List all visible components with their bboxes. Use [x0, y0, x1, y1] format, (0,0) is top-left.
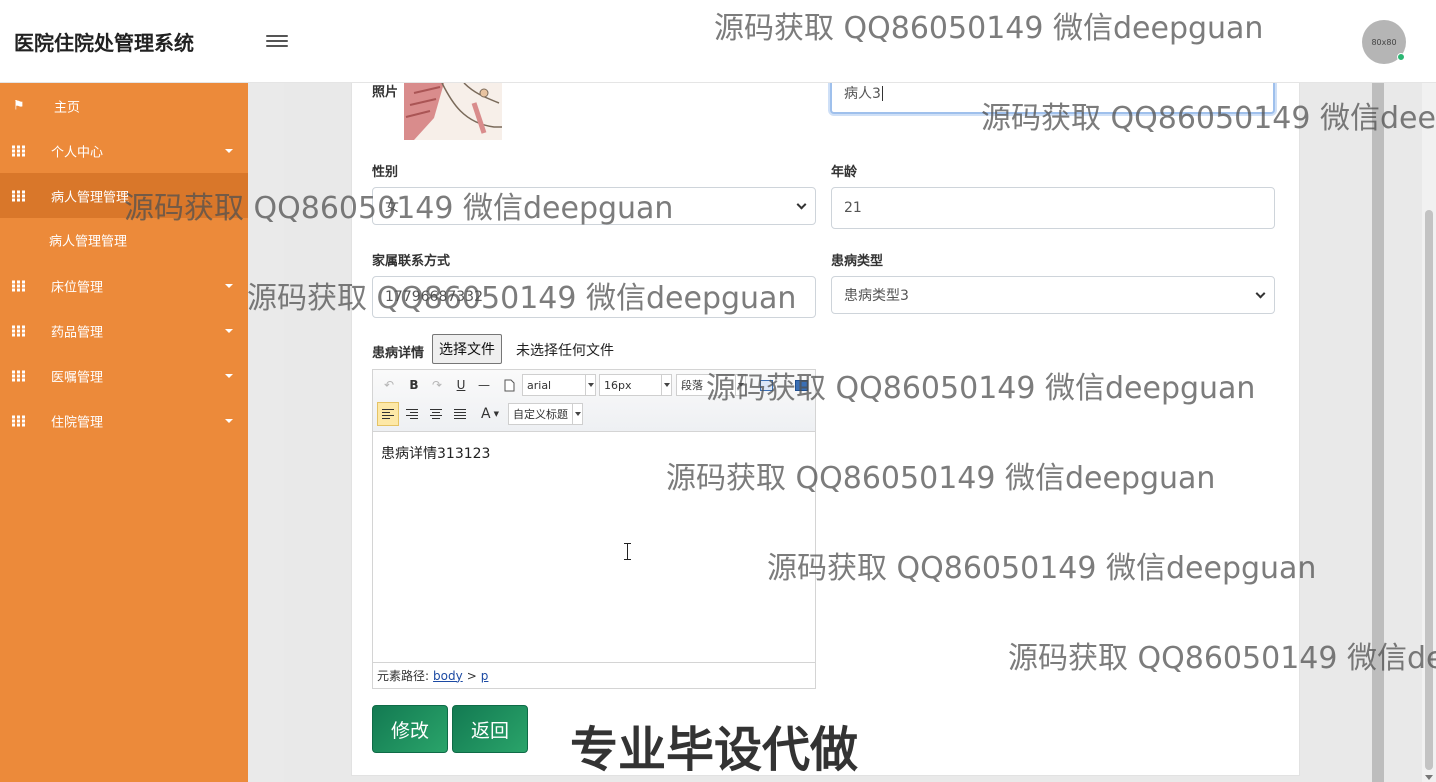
menu-toggle-icon[interactable]	[266, 32, 288, 50]
promo-banner: 专业毕设代做	[570, 722, 859, 778]
caret-down-icon	[225, 148, 233, 153]
gender-label: 性别	[372, 165, 399, 180]
age-value: 21	[844, 200, 862, 216]
app-title: 医院住院处管理系统	[14, 31, 194, 55]
font-color-icon[interactable]: A ▼	[475, 403, 505, 425]
family-contact-input[interactable]: 17796687332	[372, 276, 816, 318]
editor-content[interactable]: 患病详情313123	[381, 443, 490, 463]
caret-down-icon	[225, 283, 233, 288]
grid-icon	[12, 190, 25, 201]
age-input[interactable]: 21	[831, 187, 1275, 229]
online-status-dot	[1397, 53, 1405, 61]
grid-icon	[12, 280, 25, 291]
disease-type-label: 患病类型	[831, 254, 884, 269]
element-path-body-link[interactable]: body	[433, 669, 463, 683]
sidebar-item-home[interactable]: ⚑ 主页	[0, 83, 248, 128]
sidebar-item-label: 个人中心	[51, 145, 104, 160]
redo-icon[interactable]: ↷	[427, 374, 447, 396]
sidebar-item-personal-center[interactable]: 个人中心	[0, 128, 248, 173]
align-center-icon[interactable]	[426, 403, 446, 425]
table-icon[interactable]	[756, 374, 776, 396]
insert-image-icon[interactable]	[791, 374, 811, 396]
disease-type-value: 患病类型3	[844, 288, 909, 304]
grid-icon	[12, 325, 25, 336]
custom-heading-select[interactable]: 自定义标题	[508, 403, 583, 425]
sidebar-item-orders-management[interactable]: 医嘱管理	[0, 353, 248, 398]
page-scroll-thumb[interactable]	[1425, 210, 1433, 770]
page-scrollbar[interactable]	[1422, 83, 1436, 782]
sidebar-subitem-label: 病人管理管理	[49, 234, 128, 249]
sidebar-item-label: 病人管理管理	[51, 190, 130, 205]
sidebar-item-label: 床位管理	[51, 280, 104, 295]
document-icon[interactable]	[499, 374, 519, 396]
custom-heading-value: 自定义标题	[513, 408, 568, 421]
photo-label: 照片	[372, 85, 399, 100]
element-path-p-link[interactable]: p	[481, 669, 489, 683]
paragraph-format-value: 段落	[681, 379, 703, 392]
element-path-label: 元素路径:	[377, 669, 430, 683]
align-justify-icon[interactable]	[450, 403, 470, 425]
chevron-down-icon	[1255, 288, 1266, 299]
sidebar-item-patient-management[interactable]: 病人管理管理	[0, 173, 248, 218]
patient-photo[interactable]	[404, 83, 502, 140]
scroll-down-arrow-icon[interactable]	[1425, 775, 1433, 780]
caret-down-icon	[225, 373, 233, 378]
file-status-text: 未选择任何文件	[516, 343, 614, 359]
grid-icon	[12, 415, 25, 426]
patient-name-value: 病人3	[844, 86, 881, 102]
editor-toolbar: ↶ B ↷ U — arial 16px 段落 A ▼ 自定义标题	[373, 370, 815, 432]
undo-icon[interactable]: ↶	[379, 374, 399, 396]
font-family-select[interactable]: arial	[522, 374, 596, 396]
choose-file-button[interactable]: 选择文件	[432, 334, 502, 364]
sidebar-item-label: 住院管理	[51, 415, 104, 430]
disease-detail-label: 患病详情	[372, 346, 425, 361]
sidebar-item-medicine-management[interactable]: 药品管理	[0, 308, 248, 353]
grid-icon	[12, 145, 25, 156]
element-path-separator: >	[466, 668, 477, 683]
caret-down-icon	[225, 418, 233, 423]
content-gutter	[248, 83, 284, 782]
content-scroll-thumb[interactable]	[1372, 83, 1384, 782]
family-contact-label: 家属联系方式	[372, 254, 451, 269]
chevron-down-icon	[796, 199, 807, 210]
align-left-icon[interactable]	[377, 402, 399, 426]
content-scrollbar[interactable]	[1372, 83, 1384, 782]
font-size-select[interactable]: 16px	[599, 374, 672, 396]
underline-icon[interactable]: U	[451, 374, 471, 396]
sidebar-item-bed-management[interactable]: 床位管理	[0, 263, 248, 308]
editor-element-path: 元素路径: body > p	[373, 662, 815, 688]
disease-type-select[interactable]: 患病类型3	[831, 276, 1275, 314]
top-header: 医院住院处管理系统 80x80	[0, 0, 1436, 83]
sidebar-item-label: 主页	[54, 100, 81, 115]
grid-icon	[12, 370, 25, 381]
sidebar-subitem-patient-management[interactable]: 病人管理管理	[0, 217, 248, 262]
bold-icon[interactable]: B	[404, 374, 424, 396]
paragraph-format-select[interactable]: 段落	[676, 374, 746, 396]
align-right-icon[interactable]	[402, 403, 422, 425]
font-family-value: arial	[527, 378, 552, 392]
sidebar-item-label: 医嘱管理	[51, 370, 104, 385]
caret-down-icon	[225, 328, 233, 333]
gender-value: 女	[385, 199, 399, 215]
family-contact-value: 17796687332	[385, 289, 483, 305]
sidebar-item-label: 药品管理	[51, 325, 104, 340]
font-size-value: 16px	[604, 378, 632, 392]
sidebar: ⚑ 主页 个人中心 病人管理管理 病人管理管理 床位管理 药品管理 医嘱管理 住…	[0, 83, 248, 782]
gender-select[interactable]: 女	[372, 187, 816, 225]
back-button[interactable]: 返回	[452, 705, 528, 753]
submit-modify-button[interactable]: 修改	[372, 705, 448, 753]
flag-icon: ⚑	[13, 98, 25, 113]
text-cursor-icon	[623, 543, 632, 560]
horizontal-rule-icon[interactable]: —	[474, 374, 494, 396]
rich-text-editor: ↶ B ↷ U — arial 16px 段落 A ▼ 自定义标题 患病详情31…	[372, 369, 816, 689]
age-label: 年龄	[831, 165, 858, 180]
sidebar-item-inpatient-management[interactable]: 住院管理	[0, 398, 248, 443]
